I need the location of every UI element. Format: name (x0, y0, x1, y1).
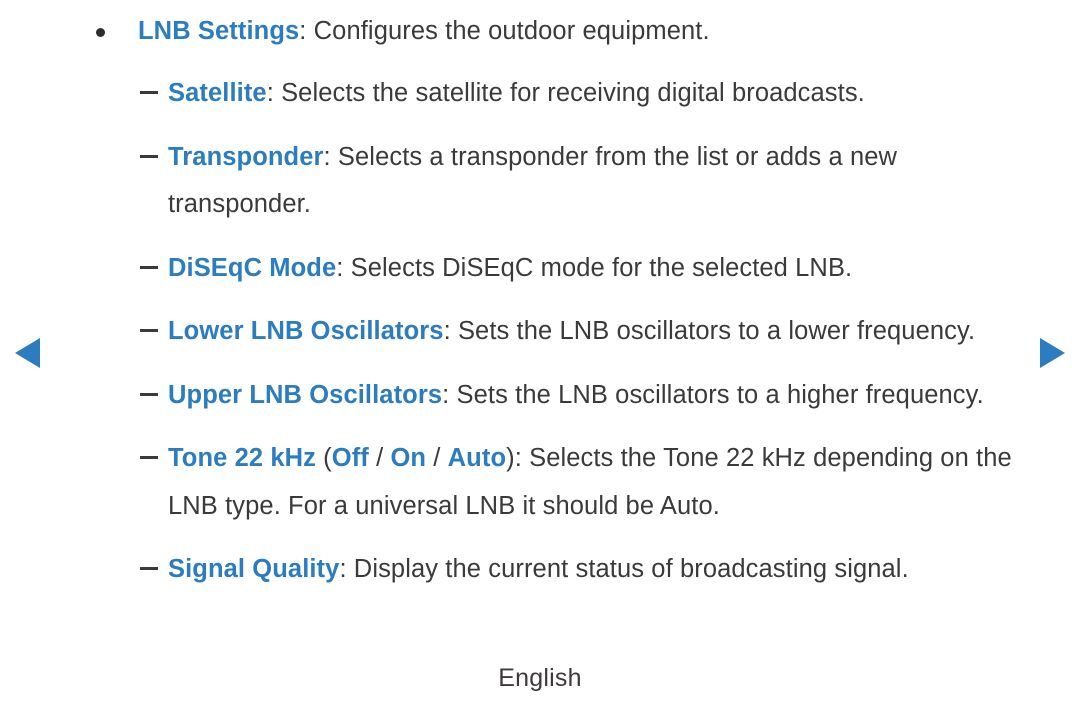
description-signal-quality: : Display the current status of broadcas… (339, 555, 909, 583)
sub-item-text: DiSEqC Mode: Selects DiSEqC mode for the… (168, 245, 1028, 293)
list-item-diseqc-mode: DiSEqC Mode: Selects DiSEqC mode for the… (0, 245, 1080, 293)
option-off: Off (331, 444, 369, 472)
sub-item-text: Upper LNB Oscillators: Sets the LNB osci… (168, 372, 1028, 420)
bullet-point-icon (96, 28, 105, 37)
term-diseqc-mode: DiSEqC Mode (168, 253, 337, 282)
manual-page: LNB Settings: Configures the outdoor equ… (0, 0, 1080, 705)
list-item-transponder: Transponder: Selects a transponder from … (0, 134, 1080, 229)
term-lnb-settings: LNB Settings (138, 17, 300, 45)
term-transponder: Transponder (168, 142, 324, 171)
manual-content: LNB Settings: Configures the outdoor equ… (0, 0, 1080, 596)
list-item-signal-quality: Signal Quality: Display the current stat… (0, 546, 1080, 594)
dash-marker-icon (140, 392, 158, 396)
term-signal-quality: Signal Quality (168, 555, 340, 583)
sub-item-text: Lower LNB Oscillators: Sets the LNB osci… (168, 308, 1028, 356)
option-on: On (390, 444, 427, 472)
dash-marker-icon (140, 329, 158, 332)
dash-marker-icon (140, 91, 158, 94)
dash-marker-icon (140, 265, 158, 269)
term-lower-lnb-oscillators: Lower LNB Oscillators (168, 317, 444, 345)
description-lnb-settings: : Configures the outdoor equipment. (299, 17, 710, 45)
description-satellite: : Selects the satellite for receiving di… (266, 79, 865, 107)
description-lower-lnb-oscillators: : Sets the LNB oscillators to a lower fr… (443, 317, 976, 345)
option-separator: / (426, 444, 448, 472)
list-item-upper-lnb-oscillators: Upper LNB Oscillators: Sets the LNB osci… (0, 372, 1080, 420)
dash-marker-icon (140, 456, 158, 459)
sub-item-text: Transponder: Selects a transponder from … (168, 134, 1028, 229)
sub-item-text: Satellite: Selects the satellite for rec… (168, 70, 1028, 118)
description-diseqc-mode: : Selects DiSEqC mode for the selected L… (336, 253, 853, 282)
description-upper-lnb-oscillators: : Sets the LNB oscillators to a higher f… (442, 380, 984, 409)
list-item-satellite: Satellite: Selects the satellite for rec… (0, 70, 1080, 118)
term-satellite: Satellite (168, 79, 267, 107)
sub-settings-list: Satellite: Selects the satellite for rec… (0, 70, 1080, 594)
term-tone-22-khz: Tone 22 kHz (168, 444, 316, 472)
dash-marker-icon (140, 154, 158, 158)
options-close-paren: ) (506, 444, 515, 472)
option-auto: Auto (447, 444, 507, 472)
list-item-lower-lnb-oscillators: Lower LNB Oscillators: Sets the LNB osci… (0, 308, 1080, 356)
list-item-tone-22-khz: Tone 22 kHz (Off / On / Auto): Selects t… (0, 435, 1080, 530)
term-upper-lnb-oscillators: Upper LNB Oscillators (168, 380, 443, 409)
dash-marker-icon (140, 567, 158, 570)
footer-language-label: English (498, 664, 582, 692)
option-separator: / (368, 444, 391, 472)
bullet-item-text: LNB Settings: Configures the outdoor equ… (138, 8, 1080, 54)
sub-item-text: Signal Quality: Display the current stat… (168, 546, 1028, 594)
sub-item-text: Tone 22 kHz (Off / On / Auto): Selects t… (168, 435, 1028, 530)
options-open-paren: ( (316, 444, 332, 472)
list-item-lnb-settings: LNB Settings: Configures the outdoor equ… (0, 8, 1080, 54)
